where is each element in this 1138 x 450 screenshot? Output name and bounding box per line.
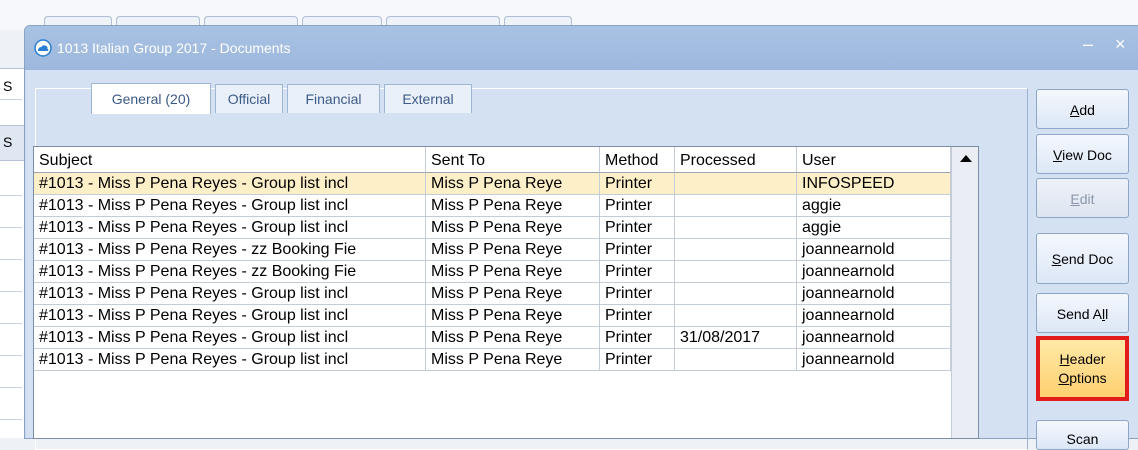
cell-processed bbox=[675, 305, 797, 327]
send-all-button[interactable]: Send All bbox=[1036, 293, 1129, 333]
cell-method: Printer bbox=[600, 217, 675, 239]
edit-button[interactable]: Edit bbox=[1036, 178, 1129, 218]
cell-subject: #1013 - Miss P Pena Reyes - Group list i… bbox=[34, 305, 426, 327]
cell-sent-to: Miss P Pena Reye bbox=[426, 195, 600, 217]
cell-subject: #1013 - Miss P Pena Reyes - Group list i… bbox=[34, 349, 426, 371]
table-row[interactable]: #1013 - Miss P Pena Reyes - Group list i… bbox=[34, 195, 951, 217]
title-bar[interactable]: 1013 Italian Group 2017 - Documents – × bbox=[25, 26, 1138, 70]
column-header-method[interactable]: Method bbox=[600, 147, 675, 173]
cell-method: Printer bbox=[600, 283, 675, 305]
cell-processed bbox=[675, 349, 797, 371]
column-header-processed[interactable]: Processed bbox=[675, 147, 797, 173]
cell-processed bbox=[675, 283, 797, 305]
cell-subject: #1013 - Miss P Pena Reyes - Group list i… bbox=[34, 327, 426, 349]
cell-method: Printer bbox=[600, 327, 675, 349]
background-left-pane: S S bbox=[0, 68, 24, 438]
table-row[interactable]: #1013 - Miss P Pena Reyes - zz Booking F… bbox=[34, 239, 951, 261]
table-row[interactable]: #1013 - Miss P Pena Reyes - Group list i… bbox=[34, 173, 951, 195]
minimize-button[interactable]: – bbox=[1083, 34, 1093, 55]
close-button[interactable]: × bbox=[1115, 34, 1126, 55]
background-label: S bbox=[3, 78, 13, 94]
view-doc-button[interactable]: View Doc bbox=[1036, 134, 1129, 174]
cell-user: aggie bbox=[797, 195, 951, 217]
window-title: 1013 Italian Group 2017 - Documents bbox=[57, 40, 291, 56]
cell-user: joannearnold bbox=[797, 327, 951, 349]
cell-sent-to: Miss P Pena Reye bbox=[426, 239, 600, 261]
column-header-sent-to[interactable]: Sent To bbox=[426, 147, 600, 173]
cell-subject: #1013 - Miss P Pena Reyes - Group list i… bbox=[34, 173, 426, 195]
cell-method: Printer bbox=[600, 349, 675, 371]
table-row[interactable]: #1013 - Miss P Pena Reyes - zz Booking F… bbox=[34, 261, 951, 283]
cell-processed bbox=[675, 239, 797, 261]
cell-sent-to: Miss P Pena Reye bbox=[426, 305, 600, 327]
cell-user: joannearnold bbox=[797, 305, 951, 327]
tab-external[interactable]: External bbox=[384, 84, 472, 113]
cell-processed bbox=[675, 261, 797, 283]
header-options-button[interactable]: Header Options bbox=[1036, 336, 1129, 401]
cell-subject: #1013 - Miss P Pena Reyes - zz Booking F… bbox=[34, 239, 426, 261]
cell-sent-to: Miss P Pena Reye bbox=[426, 283, 600, 305]
cell-processed bbox=[675, 173, 797, 195]
table-row[interactable]: #1013 - Miss P Pena Reyes - Group list i… bbox=[34, 349, 951, 371]
add-button[interactable]: Add bbox=[1036, 89, 1129, 129]
cell-sent-to: Miss P Pena Reye bbox=[426, 349, 600, 371]
scan-button[interactable]: Scan bbox=[1036, 420, 1129, 450]
background-label: S bbox=[3, 134, 13, 150]
cell-user: INFOSPEED bbox=[797, 173, 951, 195]
cell-user: aggie bbox=[797, 217, 951, 239]
vertical-scrollbar[interactable] bbox=[951, 147, 978, 438]
cell-method: Printer bbox=[600, 173, 675, 195]
cell-processed bbox=[675, 217, 797, 239]
cell-sent-to: Miss P Pena Reye bbox=[426, 173, 600, 195]
table-row[interactable]: #1013 - Miss P Pena Reyes - Group list i… bbox=[34, 327, 951, 349]
cell-sent-to: Miss P Pena Reye bbox=[426, 327, 600, 349]
cell-processed: 31/08/2017 bbox=[675, 327, 797, 349]
cell-subject: #1013 - Miss P Pena Reyes - zz Booking F… bbox=[34, 261, 426, 283]
cell-method: Printer bbox=[600, 261, 675, 283]
send-doc-button[interactable]: Send Doc bbox=[1036, 233, 1129, 284]
column-header-user[interactable]: User bbox=[797, 147, 951, 173]
table-row[interactable]: #1013 - Miss P Pena Reyes - Group list i… bbox=[34, 305, 951, 327]
cell-user: joannearnold bbox=[797, 349, 951, 371]
background-grid-header: S bbox=[0, 125, 24, 161]
table-row[interactable]: #1013 - Miss P Pena Reyes - Group list i… bbox=[34, 217, 951, 239]
cell-method: Printer bbox=[600, 305, 675, 327]
cell-processed bbox=[675, 195, 797, 217]
cell-method: Printer bbox=[600, 239, 675, 261]
column-header-subject[interactable]: Subject bbox=[34, 147, 426, 173]
cell-method: Printer bbox=[600, 195, 675, 217]
documents-grid[interactable]: Subject Sent To Method Processed User #1… bbox=[33, 146, 979, 439]
cell-user: joannearnold bbox=[797, 261, 951, 283]
cloud-app-icon bbox=[34, 39, 52, 57]
cell-user: joannearnold bbox=[797, 239, 951, 261]
tab-official[interactable]: Official bbox=[215, 84, 283, 113]
scroll-up-arrow-icon[interactable] bbox=[960, 155, 972, 162]
cell-sent-to: Miss P Pena Reye bbox=[426, 261, 600, 283]
tab-general[interactable]: General (20) bbox=[91, 83, 211, 114]
table-row[interactable]: #1013 - Miss P Pena Reyes - Group list i… bbox=[34, 283, 951, 305]
cell-subject: #1013 - Miss P Pena Reyes - Group list i… bbox=[34, 217, 426, 239]
tab-financial[interactable]: Financial bbox=[287, 84, 380, 113]
cell-subject: #1013 - Miss P Pena Reyes - Group list i… bbox=[34, 283, 426, 305]
cell-sent-to: Miss P Pena Reye bbox=[426, 217, 600, 239]
cell-subject: #1013 - Miss P Pena Reyes - Group list i… bbox=[34, 195, 426, 217]
cell-user: joannearnold bbox=[797, 283, 951, 305]
